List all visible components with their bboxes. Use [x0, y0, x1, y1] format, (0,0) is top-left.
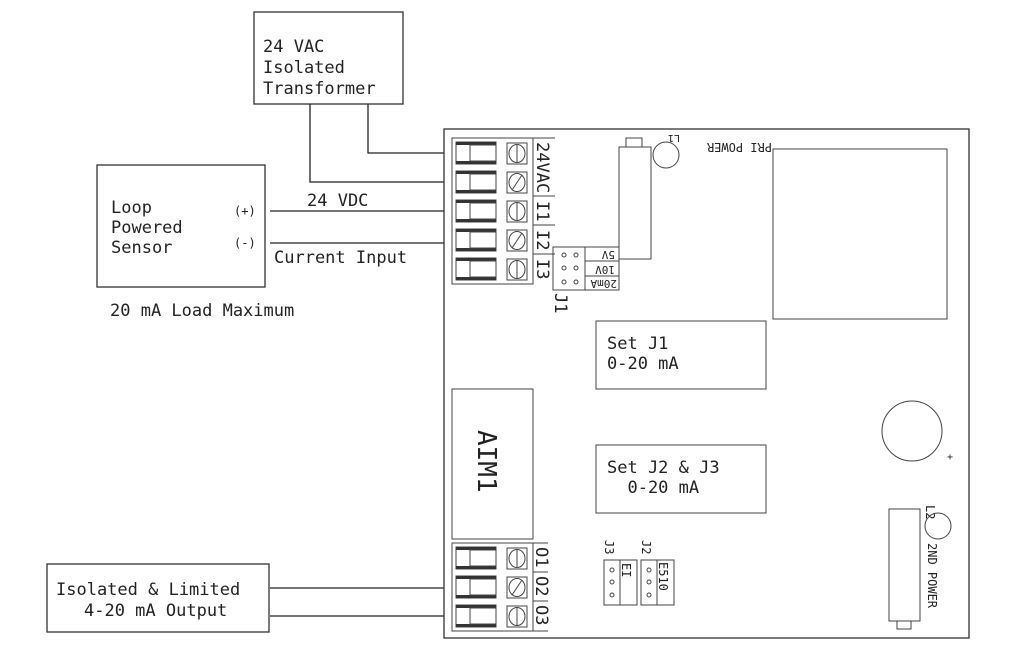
- note-j23-line-1: Set J2 & J3: [607, 458, 720, 478]
- wiring-diagram: 24 VAC Isolated Transformer Loop Powered…: [46, 11, 970, 639]
- terminal-label-o1: O1: [531, 547, 551, 567]
- led-l2-id: L2: [923, 505, 937, 519]
- note-j23-line-2: 0-20 mA: [607, 478, 699, 498]
- sensor-line-1: Loop: [111, 198, 152, 218]
- sensor-line-3: Sensor: [111, 238, 172, 258]
- sensor-plus-label: (+): [234, 204, 256, 218]
- transformer-line-3: Transformer: [263, 79, 376, 99]
- j1-option-10v: 10V: [595, 263, 615, 276]
- j1-option-5v: 5V: [601, 248, 615, 261]
- j1-option-20ma: 20mA: [590, 277, 617, 290]
- transformer-line-2: Isolated: [263, 58, 345, 78]
- wire-transformer-1: [367, 104, 456, 154]
- note-j1-line-2: 0-20 mA: [607, 354, 679, 374]
- output-box: Isolated & Limited 4-20 mA Output: [46, 563, 270, 633]
- terminal-label-24vac: 24VAC: [532, 142, 552, 193]
- sensor-minus-label: (-): [234, 236, 256, 250]
- capacitor-polarity: +: [947, 452, 953, 463]
- j3-marks: EI: [619, 563, 633, 577]
- led-l1-id: L1: [668, 132, 680, 143]
- terminal-label-i3: I3: [532, 259, 552, 279]
- led-l1-label: PRI POWER: [706, 140, 772, 154]
- j1-label: J1: [550, 293, 570, 313]
- terminal-label-i2: I2: [532, 230, 552, 250]
- wire-transformer-2: [309, 104, 456, 183]
- transformer-line-1: 24 VAC: [263, 37, 324, 57]
- sensor-box: Loop Powered Sensor (+) (-): [96, 164, 266, 288]
- terminal-label-o3: O3: [531, 605, 551, 625]
- terminal-label-o2: O2: [531, 576, 551, 596]
- aim1-label: AIM1: [471, 430, 501, 493]
- led-l2-label: 2ND POWER: [925, 543, 939, 609]
- sensor-line-2: Powered: [111, 218, 183, 238]
- output-line-2: 4-20 mA Output: [84, 601, 227, 621]
- j2-marks: E510: [656, 562, 670, 591]
- output-line-1: Isolated & Limited: [56, 580, 240, 600]
- load-max-note: 20 mA Load Maximum: [110, 301, 294, 321]
- j3-label: J3: [602, 540, 616, 554]
- transformer-box: 24 VAC Isolated Transformer: [253, 11, 404, 105]
- j2-label: J2: [639, 540, 653, 554]
- wire-label-24vdc: 24 VDC: [307, 191, 368, 211]
- terminal-label-i1: I1: [532, 201, 552, 221]
- note-j1-line-1: Set J1: [607, 334, 668, 354]
- wire-label-current-input: Current Input: [274, 248, 407, 268]
